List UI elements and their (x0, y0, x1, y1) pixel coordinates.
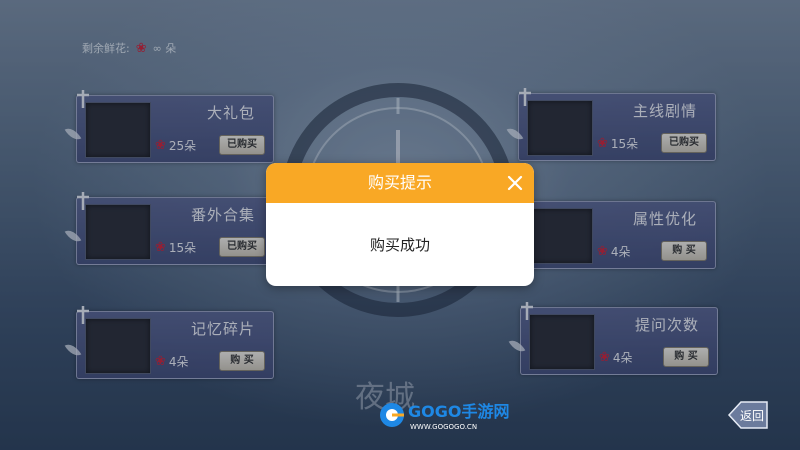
watermark-brand: GOGO手游网 (408, 402, 509, 421)
dialog-header: 购买提示 (266, 163, 534, 203)
gogo-watermark: GOGO手游网 WWW.GOGOGO.CN (380, 402, 509, 431)
back-label: 返回 (740, 409, 764, 423)
watermark-url: WWW.GOGOGO.CN (410, 423, 477, 431)
dialog-message: 购买成功 (369, 236, 430, 254)
purchase-dialog: 购买提示 购买成功 (266, 163, 534, 286)
dialog-body: 购买成功 (266, 203, 534, 286)
close-icon[interactable] (505, 173, 525, 193)
back-button[interactable]: 返回 (727, 398, 771, 432)
dialog-title: 购买提示 (367, 173, 432, 192)
